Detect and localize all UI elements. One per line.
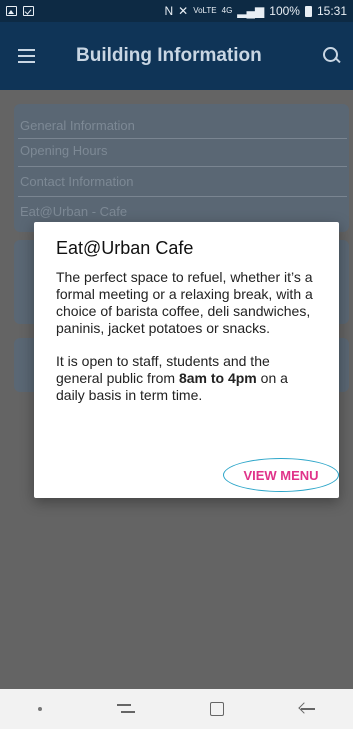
dialog-description: The perfect space to refuel, whether it’…	[56, 269, 313, 336]
battery-icon	[304, 5, 312, 17]
task-notification-icon	[23, 6, 34, 16]
app-bar: Building Information	[0, 22, 353, 90]
home-icon[interactable]	[210, 702, 225, 716]
signal-icon: ▂▄▆	[237, 4, 265, 18]
battery-percent: 100%	[269, 4, 300, 18]
recent-apps-icon[interactable]	[116, 704, 135, 714]
back-icon[interactable]	[299, 703, 316, 715]
gallery-notification-icon	[6, 6, 17, 16]
cafe-dialog: Eat@Urban Cafe The perfect space to refu…	[34, 222, 339, 498]
hamburger-menu-icon[interactable]	[0, 22, 52, 90]
dialog-title: Eat@Urban Cafe	[56, 238, 194, 258]
search-icon[interactable]	[321, 45, 343, 67]
dialog-hours-text: It is open to staff, students and the ge…	[56, 353, 317, 404]
view-menu-button[interactable]: VIEW MENU	[223, 458, 339, 492]
nav-dot-icon[interactable]	[37, 707, 42, 711]
mute-icon: ✕	[178, 4, 189, 18]
clock: 15:31	[316, 4, 347, 18]
system-nav-bar	[0, 689, 353, 729]
status-bar: N ✕ VoLTE 4G ▂▄▆ 100% 15:31	[0, 0, 353, 22]
nfc-icon: N	[164, 4, 174, 18]
page-title: Building Information	[76, 45, 262, 66]
modal-overlay[interactable]: Eat@Urban Cafe The perfect space to refu…	[0, 90, 353, 689]
hours-value: 8am to 4pm	[178, 370, 257, 386]
dialog-body: The perfect space to refuel, whether it’…	[56, 269, 317, 404]
network-type-label: 4G	[221, 6, 233, 15]
volte-label: VoLTE	[193, 6, 217, 15]
